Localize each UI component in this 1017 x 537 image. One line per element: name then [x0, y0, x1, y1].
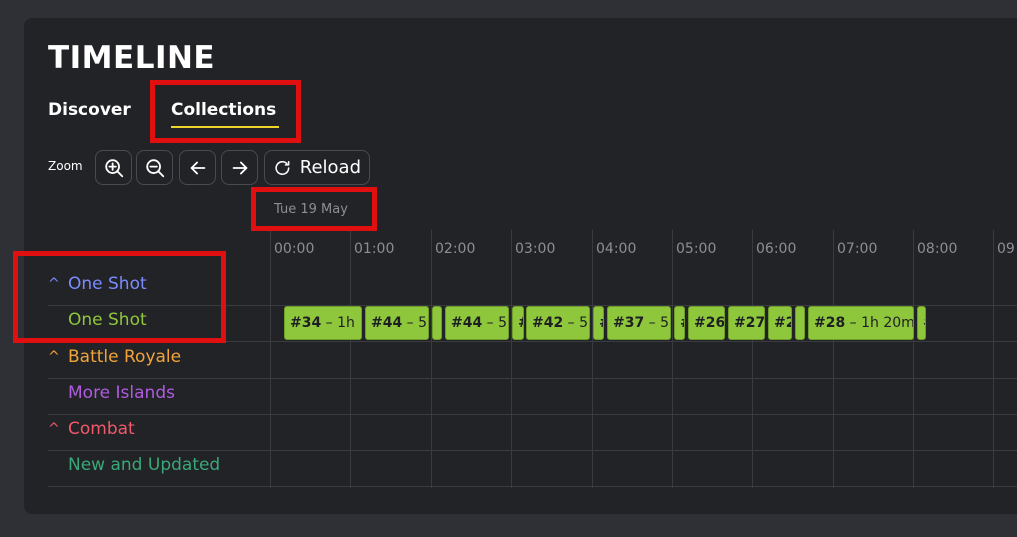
zoom-out-icon: [145, 158, 164, 177]
hour-label: 02:00: [435, 241, 476, 257]
block-duration: – 5: [644, 315, 670, 331]
reload-button[interactable]: Reload: [264, 150, 370, 185]
block-id: #: [599, 315, 603, 331]
block-duration: – 5: [563, 315, 589, 331]
block-id: #2: [774, 315, 791, 331]
timeline-block[interactable]: #26: [688, 306, 725, 340]
row-label-new-and-updated: New and Updated: [48, 455, 220, 475]
row-divider: [48, 450, 1017, 451]
block-id: #: [518, 315, 523, 331]
hour-label: 06:00: [756, 241, 797, 257]
hour-label: 05:00: [676, 241, 717, 257]
highlight-box: [150, 80, 301, 143]
timeline-block[interactable]: #37 – 5: [607, 306, 671, 340]
timeline-block[interactable]: #42 – 5: [526, 306, 590, 340]
block-id: #37: [613, 315, 645, 331]
block-id: #: [680, 315, 684, 331]
highlight-box: [13, 251, 226, 343]
hour-label: 03:00: [515, 241, 556, 257]
row-divider: [48, 378, 1017, 379]
block-duration: – 5: [482, 315, 508, 331]
page-title: TIMELINE: [48, 40, 216, 76]
hour-label: 01:00: [354, 241, 395, 257]
timeline-block[interactable]: #28 – 1h 20m: [808, 306, 914, 340]
reload-label: Reload: [299, 157, 361, 178]
block-duration: – 1h 20m: [845, 315, 914, 331]
zoom-out-button[interactable]: [136, 150, 173, 185]
hour-label: 07:00: [837, 241, 878, 257]
hour-label: 00:00: [274, 241, 315, 257]
timeline-block[interactable]: #2: [768, 306, 792, 340]
hour-label: 04:00: [596, 241, 637, 257]
reload-icon: [275, 160, 290, 175]
block-id: #44: [371, 315, 403, 331]
timeline-block[interactable]: [432, 306, 442, 340]
scroll-left-button[interactable]: [179, 150, 216, 185]
timeline-block[interactable]: #27: [728, 306, 765, 340]
timeline-block[interactable]: #: [917, 306, 926, 340]
zoom-in-icon: [104, 158, 123, 177]
row-label-combat[interactable]: ^ Combat: [48, 419, 135, 439]
chevron-up-icon: ^: [48, 349, 60, 365]
block-id: #34: [290, 315, 322, 331]
row-divider: [48, 486, 1017, 487]
highlight-box: [251, 187, 377, 231]
arrow-right-icon: [232, 161, 247, 174]
zoom-label: Zoom: [48, 159, 83, 173]
tab-discover[interactable]: Discover: [48, 100, 131, 120]
timeline-block[interactable]: #34 – 1h: [284, 306, 362, 340]
block-id: #42: [532, 315, 564, 331]
chevron-up-icon: ^: [48, 421, 60, 437]
timeline-block[interactable]: #: [674, 306, 685, 340]
row-label-text: New and Updated: [68, 455, 221, 475]
block-duration: – 5: [402, 315, 428, 331]
block-id: #28: [814, 315, 846, 331]
row-label-more-islands: More Islands: [48, 383, 175, 403]
arrow-left-icon: [190, 161, 205, 174]
timeline-block[interactable]: #: [512, 306, 524, 340]
row-divider: [48, 414, 1017, 415]
block-duration: – 1h: [321, 315, 355, 331]
row-label-battle-royale[interactable]: ^ Battle Royale: [48, 347, 181, 367]
zoom-in-button[interactable]: [95, 150, 132, 185]
scroll-right-button[interactable]: [221, 150, 258, 185]
block-id: #: [923, 315, 925, 331]
block-id: #27: [734, 315, 765, 331]
timeline-block[interactable]: #44 – 5: [445, 306, 509, 340]
block-id: #44: [451, 315, 483, 331]
timeline-block[interactable]: #44 – 5: [365, 306, 429, 340]
row-label-text: Battle Royale: [68, 347, 182, 367]
block-id: #26: [694, 315, 725, 331]
row-label-text: More Islands: [68, 383, 175, 403]
timeline-block[interactable]: [795, 306, 805, 340]
hour-label: 09: [997, 241, 1015, 257]
timeline-block[interactable]: #: [593, 306, 604, 340]
row-label-text: Combat: [68, 419, 135, 439]
hour-label: 08:00: [917, 241, 958, 257]
